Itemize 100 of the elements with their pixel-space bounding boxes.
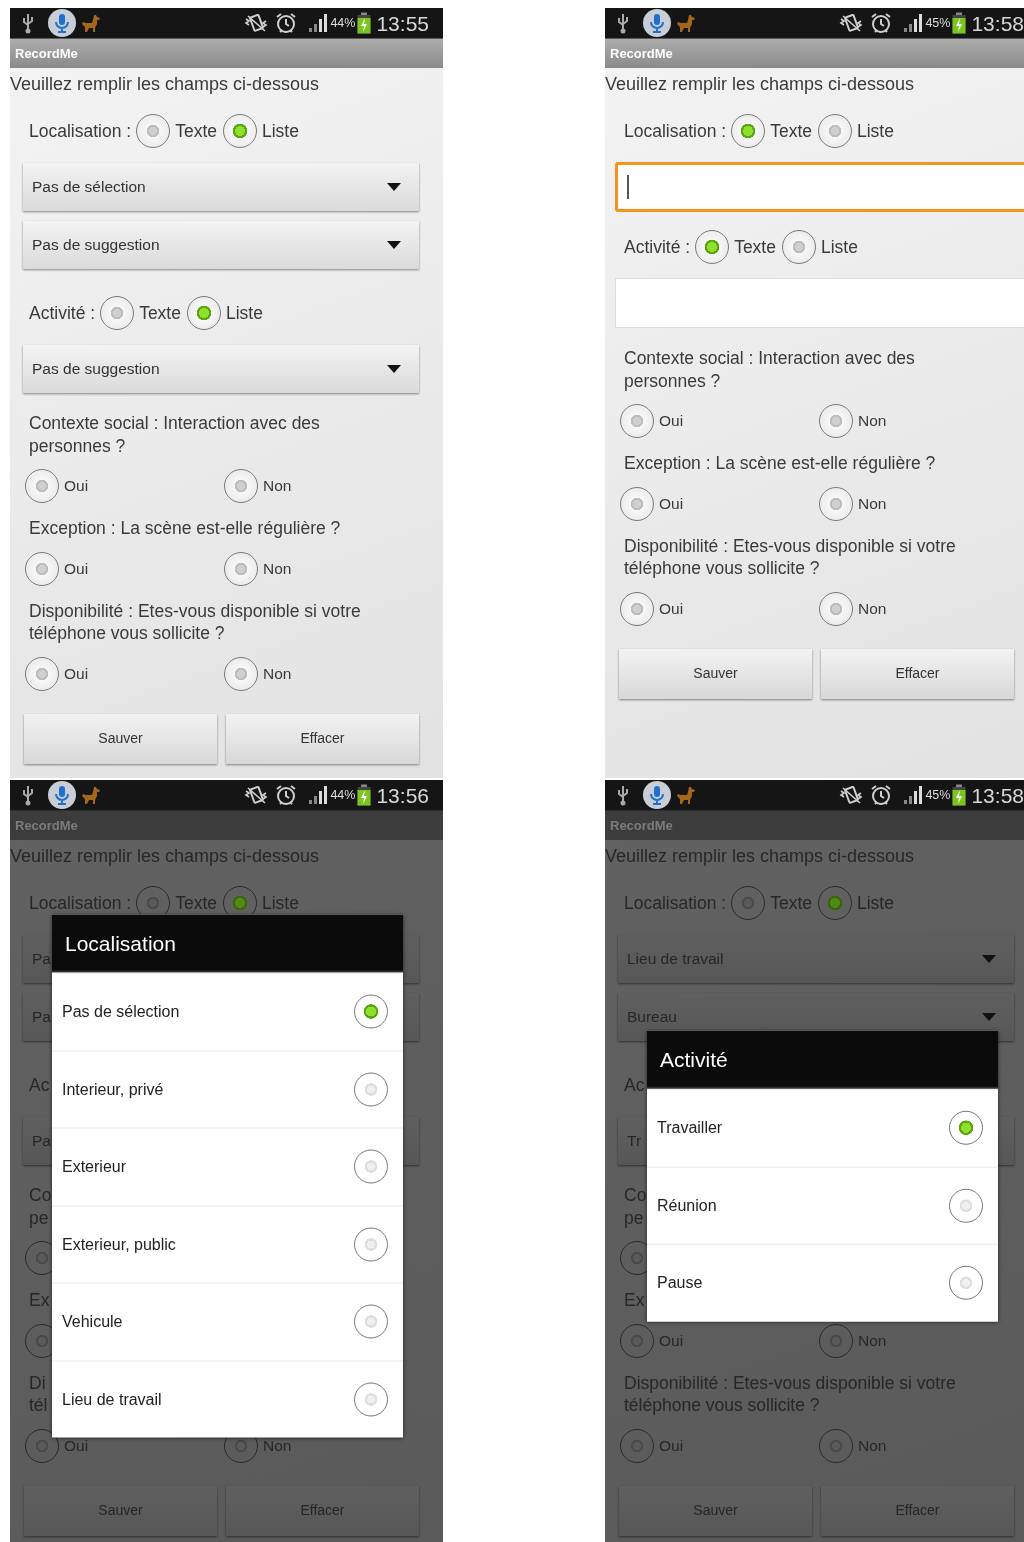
radio-button[interactable] [819, 1323, 853, 1358]
radio-button[interactable] [224, 656, 258, 691]
radio-button[interactable] [819, 404, 853, 438]
radio-label: Liste [262, 891, 299, 915]
radio-button[interactable] [354, 994, 388, 1029]
field-label: Localisation : [624, 891, 727, 915]
radio-label: Oui [659, 598, 684, 619]
vibrate-icon [839, 785, 864, 805]
form-button[interactable]: Sauver [24, 713, 217, 764]
radio-button[interactable] [949, 1111, 983, 1145]
radio-button[interactable] [25, 469, 59, 503]
dialog-option[interactable]: Exterieur [52, 1127, 403, 1205]
radio-label: Non [263, 476, 292, 497]
field-label: Activité : [29, 301, 96, 325]
clock-time: 13:58 [971, 784, 1024, 806]
dialog-option[interactable]: Pause [647, 1243, 998, 1322]
question-text: Disponibilité : Etes-vous disponible si votre téléphone vous sollicite ? [624, 534, 957, 580]
llama-icon [79, 13, 101, 33]
question-text: Exception : La scène est-elle régulière ? [29, 517, 342, 540]
field-label: Ac [29, 1073, 50, 1097]
radio-button[interactable] [25, 1428, 59, 1463]
radio-button[interactable] [781, 230, 816, 264]
radio-button[interactable] [695, 230, 730, 264]
dialog-option[interactable]: Vehicule [52, 1282, 403, 1360]
battery-percent: 44% [330, 786, 356, 804]
dropdown[interactable]: Pas de sélection [23, 163, 419, 211]
radio-button[interactable] [819, 591, 853, 626]
form-button[interactable]: Sauver [619, 648, 812, 699]
caret-icon [387, 365, 401, 373]
vibrate-icon [244, 13, 269, 33]
field-label: Activité : [624, 235, 691, 259]
dropdown[interactable]: Pas de suggestion [23, 345, 419, 393]
app-title: RecordMe [10, 810, 443, 840]
instruction-text: Veuillez remplir les champs ci-dessous [605, 73, 915, 96]
radio-button[interactable] [100, 296, 135, 330]
form-button[interactable]: Effacer [821, 648, 1014, 699]
radio-button[interactable] [186, 296, 221, 330]
radio-label: Oui [64, 558, 89, 579]
radio-button[interactable] [819, 1428, 853, 1463]
usb-icon [21, 784, 35, 806]
text-field[interactable] [615, 162, 1024, 212]
radio-button[interactable] [354, 1227, 388, 1262]
dialog-option[interactable]: Lieu de travail [52, 1360, 403, 1438]
llama-icon [674, 13, 696, 33]
radio-label: Texte [770, 119, 812, 143]
radio-button[interactable] [25, 551, 59, 586]
radio-label: Non [858, 598, 887, 619]
radio-button[interactable] [354, 1149, 388, 1184]
radio-button[interactable] [354, 1304, 388, 1339]
dropdown[interactable]: Pas de suggestion [23, 221, 419, 269]
radio-button[interactable] [620, 1323, 654, 1358]
question-text: pe [624, 1206, 644, 1229]
radio-button[interactable] [224, 551, 258, 586]
radio-button[interactable] [731, 886, 766, 920]
question-text: pe [29, 1206, 49, 1229]
radio-label: Liste [262, 119, 299, 143]
radio-button[interactable] [224, 469, 258, 503]
dialog-option[interactable]: Pas de sélection [52, 972, 403, 1050]
vibrate-icon [839, 13, 864, 33]
radio-button[interactable] [354, 1382, 388, 1417]
text-field[interactable] [615, 278, 1024, 328]
radio-label: Non [858, 493, 887, 514]
question-text: Contexte social : Interaction avec des personnes ? [29, 412, 321, 457]
dialog-option[interactable]: Réunion [647, 1166, 998, 1244]
radio-button[interactable] [620, 591, 654, 626]
field-label: Localisation : [29, 119, 132, 143]
battery-percent: 44% [330, 14, 356, 32]
dialog-option[interactable]: Travailler [647, 1088, 998, 1167]
question-text: Co [29, 1184, 52, 1207]
radio-button[interactable] [949, 1188, 983, 1223]
radio-label: Texte [734, 235, 776, 259]
radio-button[interactable] [620, 404, 654, 438]
radio-button[interactable] [818, 886, 852, 920]
question-text: Exception : La scène est-elle régulière ? [624, 452, 937, 475]
radio-button[interactable] [620, 1428, 654, 1463]
clock-time: 13:58 [971, 12, 1024, 34]
clock-time: 13:55 [376, 12, 429, 34]
dialog-option[interactable]: Exterieur, public [52, 1205, 403, 1283]
form-button[interactable]: Effacer [226, 713, 419, 764]
radio-button[interactable] [819, 486, 853, 521]
radio-button[interactable] [949, 1266, 983, 1300]
radio-button[interactable] [818, 114, 852, 148]
microphone-icon [642, 8, 672, 38]
radio-button[interactable] [620, 486, 654, 521]
radio-button[interactable] [223, 114, 257, 148]
field-label: Localisation : [624, 119, 727, 143]
radio-button[interactable] [731, 114, 766, 148]
battery-icon [952, 12, 967, 34]
app-title: RecordMe [605, 810, 1024, 840]
question-text: Contexte social : Interaction avec des personnes ? [624, 347, 916, 392]
microphone-icon [47, 8, 77, 38]
vibrate-icon [244, 785, 269, 805]
radio-button[interactable] [136, 114, 171, 148]
dialog-option[interactable]: Interieur, privé [52, 1050, 403, 1128]
radio-button[interactable] [354, 1072, 388, 1107]
radio-button[interactable] [25, 656, 59, 691]
signal-icon [903, 13, 924, 33]
radio-label: Oui [64, 663, 89, 684]
usb-icon [616, 12, 630, 34]
question-text: Disponibilité : Etes-vous disponible si votre téléphone vous sollicite ? [29, 599, 362, 645]
